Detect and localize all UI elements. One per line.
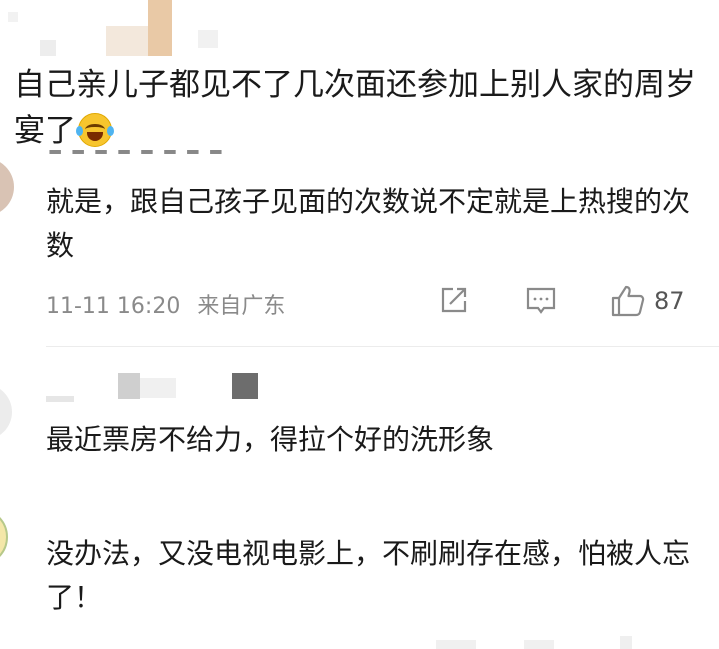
cut-off-username: ▬ ▬ ▬ ▬ ▬ ▬ ▬ ▬: [48, 150, 225, 159]
reply-text: 就是，跟自己孩子见面的次数说不定就是上热搜的次数: [46, 185, 691, 262]
reply-meta: 11-11 16:20 来自广东: [46, 288, 285, 320]
reply-time: 11-11 16:20: [46, 294, 181, 319]
blurred-image-fragment: [198, 30, 218, 48]
avatar[interactable]: [0, 508, 8, 566]
blurred-username: [46, 396, 74, 402]
blurred-image-fragment: [148, 0, 172, 56]
comment-icon: [524, 284, 558, 316]
reply-location: 来自广东: [197, 294, 286, 319]
laughing-crying-face-icon: [76, 113, 114, 147]
divider: [46, 346, 719, 347]
cropped-action-fragment: [436, 640, 476, 649]
blurred-username: [232, 373, 258, 399]
like-button[interactable]: 87: [610, 284, 685, 318]
cropped-action-fragment: [620, 636, 632, 649]
quoted-comment: 自己亲儿子都见不了几次面还参加上别人家的周岁宴了: [14, 62, 704, 154]
blurred-username: [118, 373, 140, 399]
comment-text: 没办法，又没电视电影上，不刷刷存在感，怕被人忘了！: [46, 537, 691, 614]
comment-button[interactable]: [524, 284, 558, 316]
avatar[interactable]: [0, 384, 12, 440]
blurred-image-fragment: [8, 12, 18, 22]
share-icon: [438, 284, 470, 316]
blurred-image-fragment: [106, 26, 148, 56]
quoted-comment-text: 自己亲儿子都见不了几次面还参加上别人家的周岁宴了: [14, 67, 696, 149]
share-button[interactable]: [438, 284, 470, 316]
blurred-username: [140, 378, 176, 398]
blurred-image-fragment: [40, 40, 56, 56]
thumbs-up-icon: [610, 284, 646, 318]
like-count: 87: [654, 287, 685, 315]
comment-text: 最近票房不给力，得拉个好的洗形象: [46, 423, 495, 456]
avatar[interactable]: [0, 158, 14, 216]
cropped-action-fragment: [524, 640, 554, 649]
